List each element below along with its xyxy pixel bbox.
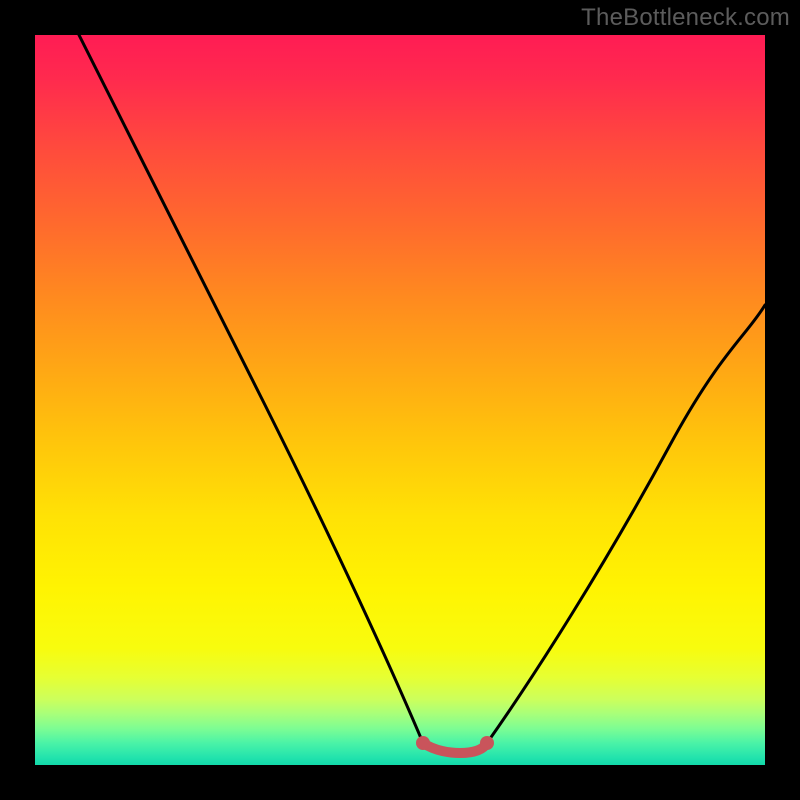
chart-frame: TheBottleneck.com — [0, 0, 800, 800]
right-curve — [487, 305, 765, 743]
valley-dot-right — [480, 736, 494, 750]
valley-segment — [423, 743, 487, 753]
curve-overlay — [35, 35, 765, 765]
plot-area — [35, 35, 765, 765]
valley-dot-left — [416, 736, 430, 750]
watermark-text: TheBottleneck.com — [581, 4, 790, 32]
left-curve — [79, 35, 423, 743]
